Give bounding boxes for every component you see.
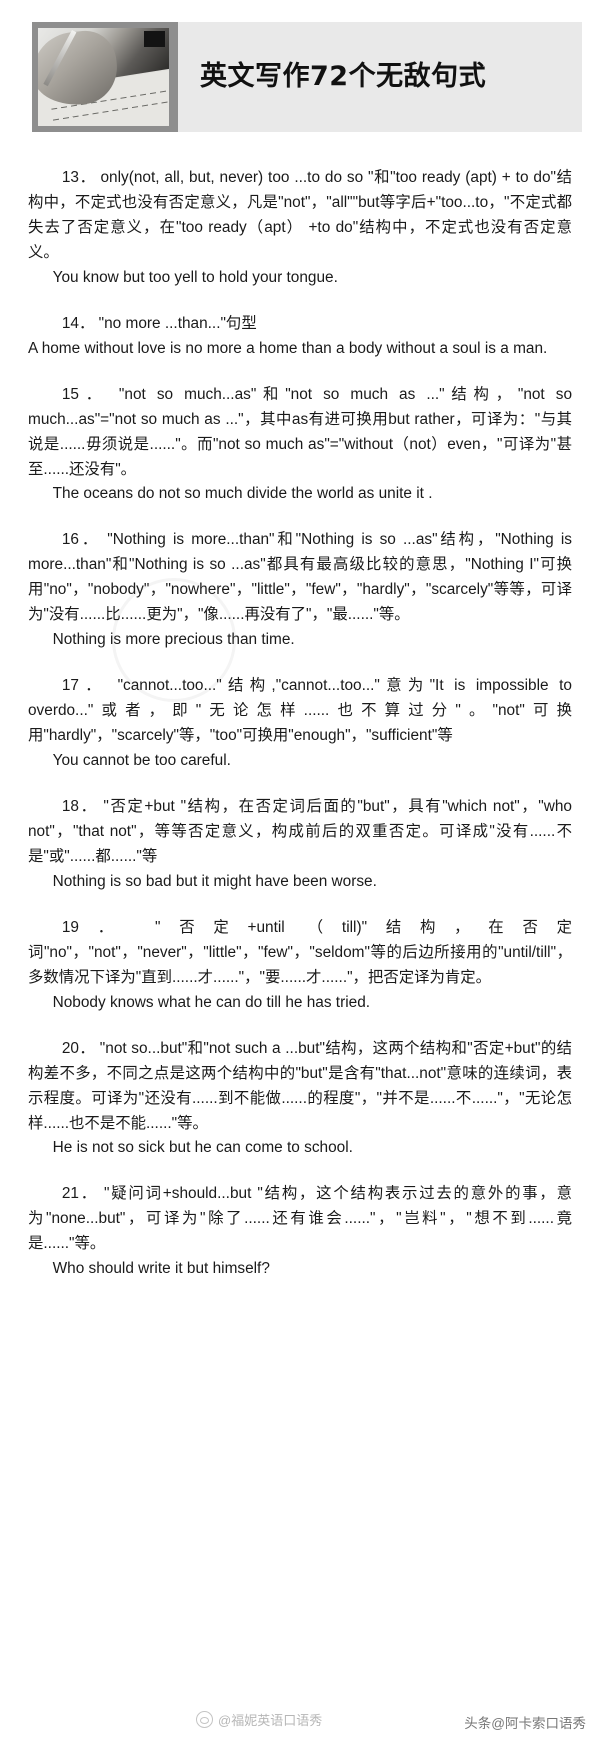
entry-explanation: 16． "Nothing is more...than"和"Nothing is…	[28, 531, 572, 624]
photo-dark-corner	[144, 30, 166, 47]
article-body: 13． only(not, all, but, never) too ...to…	[28, 166, 572, 1282]
entry-18: 18． "否定+but "结构，在否定词后面的"but"，具有"which no…	[28, 795, 572, 895]
article-header: 英文写作72个无敌句式	[32, 22, 582, 132]
page-title: 英文写作72个无敌句式	[200, 60, 487, 92]
entry-example: Nobody knows what he can do till he has …	[52, 993, 371, 1011]
entry-19: 19． "否定+until （till)"结构，在否定词"no"，"not"，"…	[28, 916, 572, 1016]
entry-15: 15． "not so much...as"和"not so much as .…	[28, 383, 572, 508]
entry-explanation: 20． "not so...but"和"not such a ...but"结构…	[28, 1039, 572, 1132]
entry-explanation: 21． "疑问词+should...but "结构，这个结构表示过去的意外的事，…	[28, 1185, 572, 1253]
entry-13: 13． only(not, all, but, never) too ...to…	[28, 166, 572, 291]
entry-example: Nothing is more precious than time.	[52, 631, 295, 649]
title-banner: 英文写作72个无敌句式	[178, 22, 582, 132]
watermark-center: @福妮英语口语秀	[196, 1710, 322, 1729]
header-thumbnail	[32, 22, 178, 132]
entry-explanation: 19． "否定+until （till)"结构，在否定词"no"，"not"，"…	[28, 918, 572, 986]
entry-example: A home without love is no more a home th…	[28, 339, 548, 357]
entry-explanation: 15． "not so much...as"和"not so much as .…	[28, 385, 572, 478]
entry-example: The oceans do not so much divide the wor…	[52, 485, 433, 503]
entry-example: Who should write it but himself?	[52, 1260, 270, 1278]
entry-explanation: 17． "cannot...too..."结构,"cannot...too...…	[28, 677, 572, 745]
entry-explanation: 13． only(not, all, but, never) too ...to…	[28, 169, 572, 261]
entry-explanation: 14． "no more ...than..."句型	[61, 314, 257, 332]
entry-example: He is not so sick but he can come to sch…	[52, 1139, 353, 1157]
watermark-center-label: @福妮英语口语秀	[218, 1713, 323, 1728]
entry-example: Nothing is so bad but it might have been…	[52, 872, 377, 890]
watermark-right: 头条@阿卡索口语秀	[464, 1716, 586, 1731]
entry-example: You know but too yell to hold your tongu…	[52, 268, 338, 286]
entry-explanation: 18． "否定+but "结构，在否定词后面的"but"，具有"which no…	[28, 798, 572, 865]
weibo-icon	[196, 1711, 213, 1728]
entry-14: 14． "no more ...than..."句型 A home withou…	[28, 312, 572, 362]
hand-writing-photo-icon	[38, 28, 169, 126]
entry-21: 21． "疑问词+should...but "结构，这个结构表示过去的意外的事，…	[28, 1182, 572, 1282]
article-page: { "header": { "title": "英文写作72个无敌句式", "t…	[0, 22, 600, 1758]
entry-16: 16． "Nothing is more...than"和"Nothing is…	[28, 528, 572, 653]
entry-20: 20． "not so...but"和"not such a ...but"结构…	[28, 1037, 572, 1162]
entry-17: 17． "cannot...too..."结构,"cannot...too...…	[28, 674, 572, 774]
entry-example: You cannot be too careful.	[52, 752, 231, 770]
